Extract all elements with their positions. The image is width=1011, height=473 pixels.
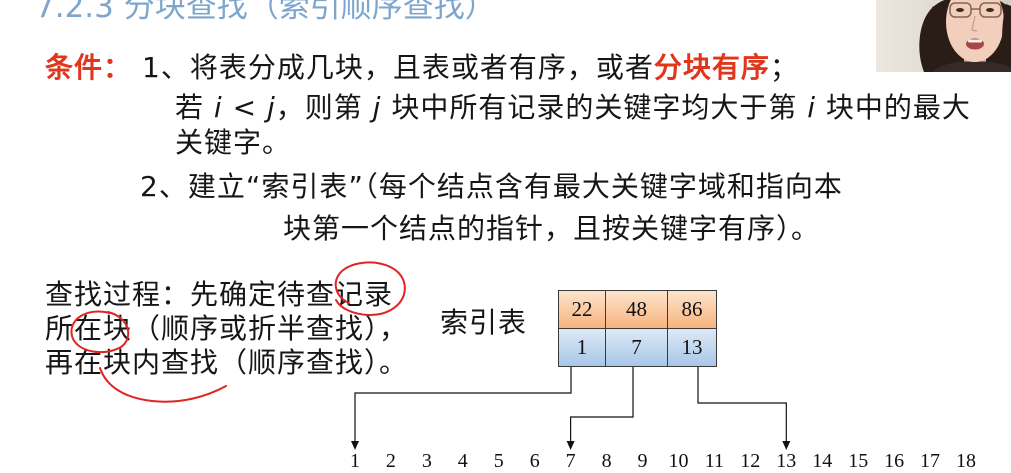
variable-i: i [213, 91, 223, 124]
record-position-number: 5 [494, 450, 504, 472]
condition-1-detail-text: 块中的最大 [816, 91, 971, 124]
record-position-number: 17 [920, 450, 940, 472]
condition-1-detail-text: < [222, 91, 267, 124]
condition-1-detail-text: ，则第 [275, 91, 373, 124]
record-position-number: 10 [669, 450, 689, 472]
block-pointer-arrow [697, 367, 791, 450]
presenter-teeth [968, 39, 982, 43]
condition-1-detail-line: 若 i < j，则第 j 块中所有记录的关键字均大于第 i 块中的最大 [175, 91, 971, 125]
condition-1-line: 条件： 1、将表分成几块，且表或者有序，或者分块有序； [45, 51, 799, 85]
index-table-block-start: 7 [606, 329, 668, 366]
record-position-number: 12 [740, 450, 760, 472]
arrowhead [782, 441, 791, 450]
condition-2-continuation: 块第一个结点的指针，且按关键字有序）。 [283, 212, 821, 245]
arrowhead [566, 441, 575, 450]
slide-title: 7.2.3 分块查找（索引顺序查找） [35, 0, 496, 25]
index-table: 22 48 86 1 7 13 [558, 290, 717, 367]
arrowhead [351, 441, 359, 450]
condition-1-highlight: 分块有序 [653, 51, 770, 84]
condition-1-text: 1、将表分成几块，且表或者有序，或者 [142, 51, 654, 84]
arrow-line [570, 367, 634, 442]
condition-label: 条件： [45, 51, 133, 84]
record-position-number: 16 [884, 450, 904, 472]
search-process-line: 查找过程：先确定待查记录 [45, 278, 394, 311]
index-table-block-start: 1 [559, 329, 606, 366]
record-position-number: 13 [776, 450, 796, 472]
index-table-max-key: 48 [606, 291, 668, 329]
search-process-line: 再在块内查找（顺序查找）。 [45, 346, 409, 379]
condition-1-end: ； [769, 51, 799, 84]
condition-1-detail-text: 块中所有记录的关键字均大于第 [381, 91, 808, 124]
index-table-max-key: 86 [668, 291, 716, 329]
record-position-number: 2 [386, 450, 396, 472]
arrow-line [697, 367, 787, 442]
record-position-number: 11 [705, 450, 724, 472]
index-table-max-key: 22 [559, 291, 606, 329]
record-position-number: 7 [566, 450, 576, 472]
search-process-line: 所在块（顺序或折半查找）， [45, 312, 409, 345]
variable-j: j [266, 91, 276, 124]
condition-1-detail-continuation: 关键字。 [175, 126, 292, 159]
record-position-number: 4 [458, 450, 468, 472]
lecture-slide: 7.2.3 分块查找（索引顺序查找） 条件： 1、将表分成几块，且表或者有序，或者… [0, 0, 1011, 473]
record-position-number: 1 [350, 450, 360, 472]
record-position-number: 18 [956, 450, 976, 472]
variable-i: i [807, 91, 817, 124]
condition-1-detail-text: 若 [175, 91, 214, 124]
record-position-number: 6 [530, 450, 540, 472]
slide-title-bar: 7.2.3 分块查找（索引顺序查找） [0, 0, 860, 30]
presenter-eye-right [986, 8, 994, 12]
index-table-label: 索引表 [440, 306, 528, 339]
presenter-eye-left [956, 8, 964, 12]
record-position-number: 8 [602, 450, 612, 472]
record-position-number: 9 [638, 450, 648, 472]
record-position-number: 14 [812, 450, 832, 472]
block-pointer-arrow [566, 367, 634, 450]
record-position-number: 15 [848, 450, 868, 472]
record-position-number: 3 [422, 450, 432, 472]
index-table-block-start: 13 [668, 329, 716, 366]
condition-2-line: 2、建立“索引表”（每个结点含有最大关键字域和指向本 [140, 170, 843, 203]
record-position-line: 1 2 3 4 5 6 7 8 9 10 11 12 13 14 15 16 17 18 [350, 450, 976, 472]
presenter-video [876, 0, 1011, 72]
block-pointer-arrows [351, 367, 791, 450]
